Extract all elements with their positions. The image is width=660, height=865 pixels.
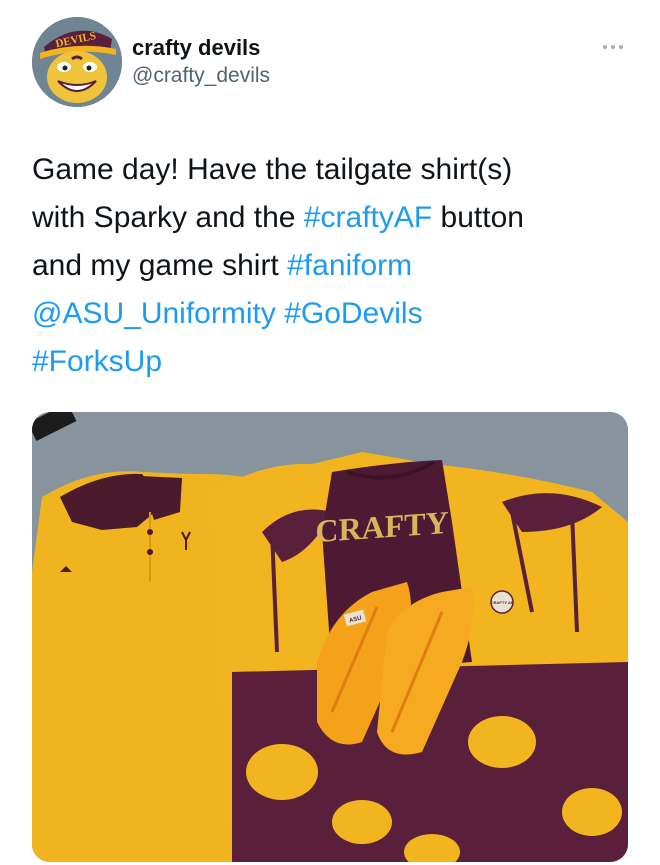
devil-mascot-avatar-icon: DEVILS — [32, 17, 122, 107]
mention-asu-uniformity-link[interactable]: @ASU_Uniformity — [32, 297, 276, 330]
hashtag-godevils-link[interactable]: #GoDevils — [284, 297, 422, 330]
tweet-text-segment — [276, 297, 284, 330]
tweet-text: Game day! Have the tailgate shirt(s) wit… — [32, 146, 632, 386]
display-name[interactable]: crafty devils — [132, 34, 270, 62]
hashtag-faniform-link[interactable]: #faniform — [287, 249, 412, 282]
author-info: crafty devils @crafty_devils — [132, 34, 270, 90]
tweet-line: @ASU_Uniformity #GoDevils — [32, 290, 632, 338]
hashtag-craftyaf-link[interactable]: #craftyAF — [304, 201, 432, 234]
more-options-button[interactable] — [596, 30, 630, 64]
tweet-line: #ForksUp — [32, 338, 632, 386]
tweet-line: and my game shirt #faniform — [32, 242, 632, 290]
more-options-icon — [603, 45, 623, 49]
tweet-text-segment: and my game shirt — [32, 249, 288, 282]
tweet-text-segment: Game day! Have the tailgate shirt(s) — [32, 153, 513, 186]
user-handle[interactable]: @crafty_devils — [132, 62, 270, 90]
tweet-line: with Sparky and the #craftyAF button — [32, 194, 632, 242]
tweet-text-segment: with Sparky and the — [32, 201, 304, 234]
tweet-card: DEVILS crafty devils @crafty_devils Game… — [0, 0, 660, 865]
avatar[interactable]: DEVILS — [32, 17, 122, 107]
button-pin-text: CRAFTY AF — [491, 600, 514, 605]
tweet-photo[interactable]: CRAFTY AF CRAFTY ASU — [32, 412, 628, 862]
tweet-line: Game day! Have the tailgate shirt(s) — [32, 146, 632, 194]
clothing-flatlay-image: CRAFTY AF CRAFTY ASU — [32, 412, 628, 862]
hashtag-forksup-link[interactable]: #ForksUp — [32, 345, 162, 378]
tweet-text-segment: button — [432, 201, 524, 234]
